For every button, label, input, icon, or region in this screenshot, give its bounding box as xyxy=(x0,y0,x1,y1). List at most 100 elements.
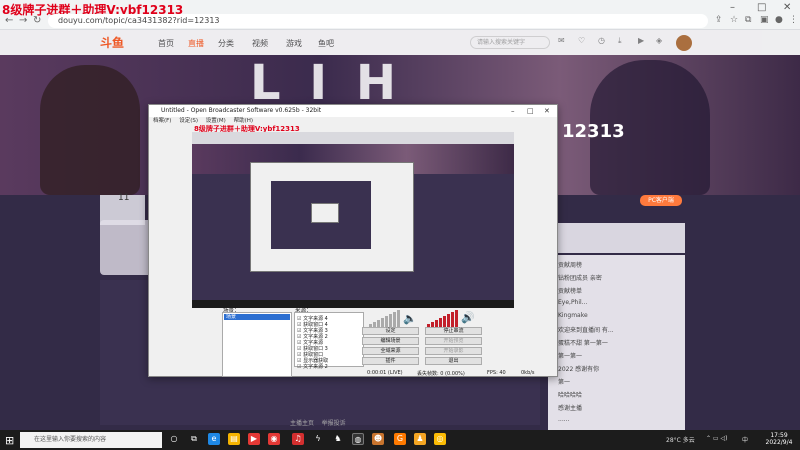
app-icon-avatar[interactable]: ☻ xyxy=(372,433,384,445)
profile-icon[interactable]: ● xyxy=(775,15,783,25)
obs-minimize-button[interactable]: – xyxy=(511,105,515,117)
footer-link[interactable]: 主播主页 xyxy=(290,420,314,427)
user-avatar[interactable] xyxy=(676,35,692,51)
preview-nested-preview xyxy=(271,181,371,249)
site-logo[interactable]: 斗鱼 xyxy=(100,34,124,51)
minimize-button[interactable]: – xyxy=(730,2,735,13)
site-header: 斗鱼 首页 直播 分类 视频 游戏 鱼吧 请输入搜索关键字 ✉ ♡ ◷ ⤓ ▶ … xyxy=(0,30,800,55)
edit-scene-button[interactable]: 编辑场景 xyxy=(362,337,419,345)
nav-game[interactable]: 游戏 xyxy=(286,38,302,49)
broadcast-icon[interactable]: ▶ xyxy=(638,36,644,45)
task-view-icon[interactable]: ○ xyxy=(168,433,180,445)
app-icon-music[interactable]: ♫ xyxy=(292,433,304,445)
mic-speaker-icon[interactable]: 🔈 xyxy=(403,312,417,325)
chat-message-text: 感谢主播 xyxy=(558,405,583,412)
windows-taskbar: ⊞ ⌕ 在这里输入你要搜索的内容 ○ ⧉ e ▤ ▶ ◉ ♫ ϟ ♞ ◍ ☻ G… xyxy=(0,430,800,450)
plugins-button[interactable]: 插件 xyxy=(362,357,419,365)
windows-start-icon[interactable]: ⊞ xyxy=(5,434,14,447)
tray-icons[interactable]: ⌃ ▭ ◁) xyxy=(706,435,727,442)
chat-message: 蛋糕不甜 第一第一 xyxy=(552,338,608,347)
extensions-icon[interactable]: ⧉ xyxy=(745,15,751,25)
ime-indicator[interactable]: 中 xyxy=(742,435,748,444)
audio-mixer[interactable]: 🔈 🔊 xyxy=(367,308,497,328)
app-icon-yellow[interactable]: ♟ xyxy=(414,433,426,445)
system-clock[interactable]: 17:59 2022/9/4 xyxy=(760,432,798,446)
obs-preview xyxy=(192,132,514,308)
obs-menu-file[interactable]: 档案(F) xyxy=(153,118,171,124)
app-icon-red[interactable]: ▶ xyxy=(248,433,260,445)
follow-icon[interactable]: ♡ xyxy=(578,36,585,45)
bitrate-readout: 0kb/s xyxy=(521,370,535,376)
chat-message: 第一 xyxy=(552,377,570,386)
chat-message-text: 2022 感谢有你 xyxy=(558,366,600,373)
star-icon[interactable]: ☆ xyxy=(730,15,738,25)
clock-time: 17:59 xyxy=(770,432,788,439)
obs-close-button[interactable]: ✕ xyxy=(544,105,550,117)
menu-icon[interactable]: ⋮ xyxy=(789,15,798,25)
share-icon[interactable]: ⇪ xyxy=(715,15,723,25)
vu-bar xyxy=(455,310,458,328)
chat-message: 欢迎来到直播间 有... xyxy=(552,325,614,334)
maximize-button[interactable]: □ xyxy=(757,2,766,13)
vu-bar xyxy=(447,314,450,328)
chat-message-text: 第一第一 xyxy=(558,353,583,360)
settings-button[interactable]: 设定 xyxy=(362,327,419,335)
rank-tabs[interactable] xyxy=(548,223,685,253)
forward-icon[interactable]: → xyxy=(19,15,27,26)
obs-title: Untitled - Open Broadcaster Software v0.… xyxy=(161,107,322,114)
close-button[interactable]: ✕ xyxy=(783,2,791,13)
app-icon-netease[interactable]: ◉ xyxy=(268,433,280,445)
address-bar[interactable]: douyu.com/topic/ca3431382?rid=12313 xyxy=(48,14,708,28)
notify-icon[interactable]: ◈ xyxy=(656,36,662,45)
site-search-input[interactable]: 请输入搜索关键字 xyxy=(470,36,550,49)
chrome-browser-icon[interactable]: ◎ xyxy=(434,433,446,445)
nav-fishbar[interactable]: 鱼吧 xyxy=(318,38,334,49)
pc-client-button[interactable]: PC客户端 xyxy=(640,195,682,206)
nav-category[interactable]: 分类 xyxy=(218,38,234,49)
browser-toolbar: 8级牌子进群＋助理V:ybf12313 – □ ✕ ← → ↻ douyu.co… xyxy=(0,0,800,30)
source-item[interactable]: 文字来源 2 xyxy=(297,363,328,370)
vu-bar xyxy=(393,312,396,328)
download-icon[interactable]: ⤓ xyxy=(618,36,622,46)
record-button[interactable]: 开始录影 xyxy=(425,347,482,355)
global-sources-button[interactable]: 全域来源 xyxy=(362,347,419,355)
desktop-speaker-icon[interactable]: 🔊 xyxy=(461,311,475,324)
back-icon[interactable]: ← xyxy=(5,15,13,26)
app-icon-ghost[interactable]: ♞ xyxy=(332,433,344,445)
preview-nested-obs xyxy=(250,162,414,272)
vu-bar xyxy=(451,312,454,328)
exit-button[interactable]: 退出 xyxy=(425,357,482,365)
message-icon[interactable]: ✉ xyxy=(558,36,565,45)
nav-home[interactable]: 首页 xyxy=(158,38,174,49)
scene-item[interactable]: 场景 xyxy=(224,314,290,320)
chat-message-text: Kingmake xyxy=(558,312,588,319)
vu-bar xyxy=(389,314,392,328)
multitask-icon[interactable]: ⧉ xyxy=(188,433,200,445)
taskbar-search-input[interactable]: 在这里输入你要搜索的内容 xyxy=(20,432,162,448)
app-icon-lightning[interactable]: ϟ xyxy=(312,433,324,445)
vu-bar xyxy=(397,310,400,328)
chat-message: 钻粉团成员 亲密 xyxy=(552,273,602,282)
preview-button[interactable]: 开始预览 xyxy=(425,337,482,345)
obs-app-icon[interactable]: ◍ xyxy=(352,433,364,445)
chat-message-text: 第一 xyxy=(558,379,571,386)
nav-live[interactable]: 直播 xyxy=(188,38,204,49)
footer-link[interactable]: 举报投诉 xyxy=(322,420,346,427)
stop-stream-button[interactable]: 停止串流 xyxy=(425,327,482,335)
chat-message-text: 欢迎来到直播间 有... xyxy=(558,327,614,334)
scene-list[interactable]: 场景 xyxy=(222,312,292,377)
app-icon-orange[interactable]: G xyxy=(394,433,406,445)
reload-icon[interactable]: ↻ xyxy=(33,15,41,26)
file-explorer-icon[interactable]: ▤ xyxy=(228,433,240,445)
nav-video[interactable]: 视频 xyxy=(252,38,268,49)
obs-maximize-button[interactable]: □ xyxy=(527,105,534,117)
banner-character-left xyxy=(40,65,140,195)
chat-message: 感谢主播 xyxy=(552,403,582,412)
weather-widget[interactable]: 28°C 多云 xyxy=(666,435,695,444)
sidebar-icon[interactable]: ▣ xyxy=(760,15,769,25)
clock-date: 2022/9/4 xyxy=(765,439,793,446)
history-icon[interactable]: ◷ xyxy=(598,36,605,45)
source-list[interactable]: 文字来源 4 获取窗口 4 文字来源 3 文字来源 2 文字来源 获取窗口 3 … xyxy=(294,312,364,370)
footer-links: 主播主页 举报投诉 xyxy=(290,418,346,427)
edge-browser-icon[interactable]: e xyxy=(208,433,220,445)
